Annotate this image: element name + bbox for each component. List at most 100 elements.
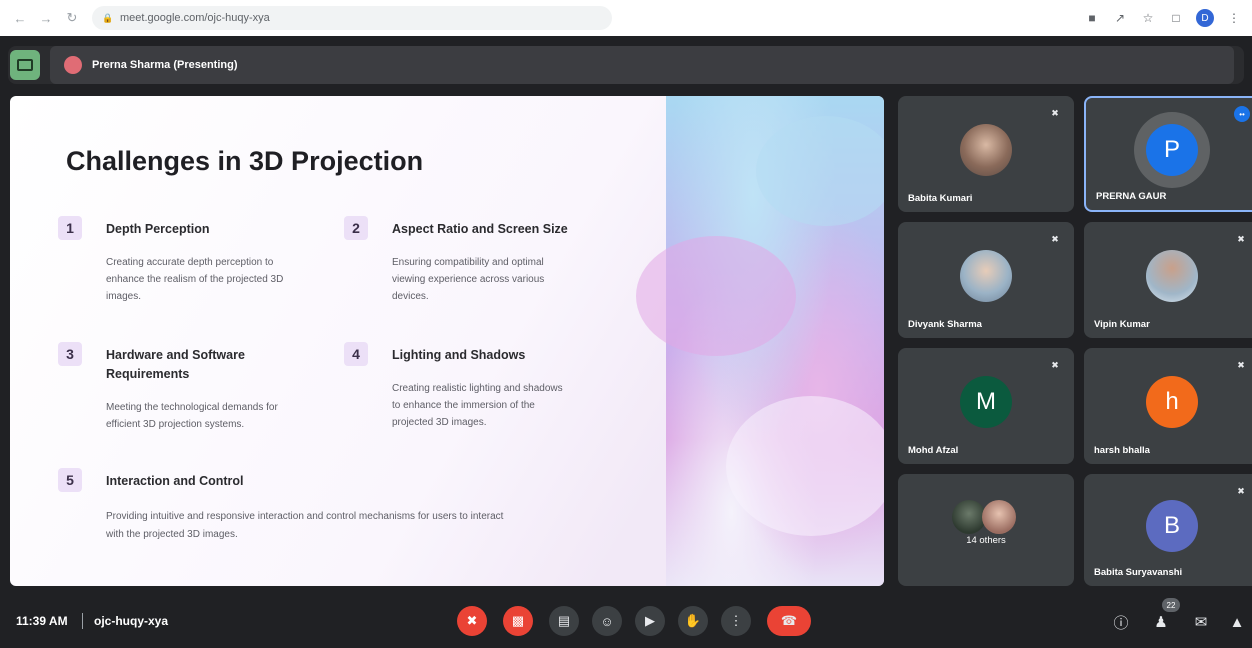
reactions-button[interactable]: ☺ [592, 606, 622, 636]
participant-tile[interactable]: ✖ B Babita Suryavanshi [1084, 474, 1252, 586]
more-options-button[interactable]: ⋮ [721, 606, 751, 636]
meeting-time: 11:39 AM [16, 614, 68, 628]
browser-toolbar: ← → ↻ 🔒 meet.google.com/ojc-huqy-xya ■ ↗… [0, 0, 1252, 36]
item-desc-line: enhance the realism of the projected 3D [106, 274, 284, 285]
window-icon[interactable]: □ [1168, 10, 1184, 26]
url-text: meet.google.com/ojc-huqy-xya [120, 12, 270, 24]
mic-off-icon: ✖ [1237, 485, 1245, 496]
mic-off-icon: ✖ [1051, 233, 1059, 244]
mic-off-icon: ✖ [1051, 107, 1059, 118]
camera-indicator-icon[interactable]: ■ [1084, 10, 1100, 26]
participant-initial-avatar: h [1146, 376, 1198, 428]
item-title: Aspect Ratio and Screen Size [392, 222, 568, 236]
item-title: Depth Perception [106, 222, 210, 236]
reload-icon[interactable]: ↻ [62, 8, 82, 28]
item-desc-line: Creating realistic lighting and shadows [392, 383, 563, 394]
mic-off-icon: ✖ [1237, 359, 1245, 370]
slide-item-1: 1 Depth Perception Creating accurate dep… [58, 216, 318, 326]
mic-off-icon: ✖ [1237, 233, 1245, 244]
address-bar[interactable]: 🔒 meet.google.com/ojc-huqy-xya [92, 6, 612, 30]
participant-photo [960, 250, 1012, 302]
participant-name: Divyank Sharma [908, 319, 982, 330]
share-icon[interactable]: ↗ [1112, 10, 1128, 26]
item-title: Lighting and Shadows [392, 348, 526, 362]
bottom-control-bar: 11:39 AM ojc-huqy-xya ✖ ▩ ▤ ☺ ▶ ✋ ⋮ ☎ ⓘ … [0, 596, 1252, 648]
presented-slide: Challenges in 3D Projection 1 Depth Perc… [10, 96, 884, 586]
item-desc-line: viewing experience across various [392, 274, 545, 285]
slide-decorative-art [636, 96, 884, 586]
back-icon[interactable]: ← [10, 8, 30, 28]
emoji-icon: ☺ [600, 613, 614, 629]
item-desc-line: to enhance the immersion of the [392, 400, 535, 411]
item-number: 4 [344, 342, 368, 366]
item-number: 5 [58, 468, 82, 492]
item-number: 3 [58, 342, 82, 366]
participant-photo [982, 500, 1016, 534]
participant-initial-avatar: M [960, 376, 1012, 428]
camera-off-icon: ▩ [511, 613, 525, 628]
forward-icon[interactable]: → [36, 8, 56, 28]
info-icon[interactable]: ⓘ [1110, 611, 1132, 633]
participant-tile-active[interactable]: •• P PRERNA GAUR [1084, 96, 1252, 212]
speaking-indicator-icon: •• [1234, 106, 1250, 122]
item-number: 2 [344, 216, 368, 240]
activities-icon[interactable]: ▲ [1226, 611, 1248, 633]
mic-toggle-button[interactable]: ✖ [457, 606, 487, 636]
people-icon[interactable]: ♟ [1150, 611, 1172, 633]
participant-photo [960, 124, 1012, 176]
browser-actions: ■ ↗ ☆ □ D ⋮ [1084, 9, 1242, 27]
item-desc-line: devices. [392, 291, 429, 302]
item-desc-line: Ensuring compatibility and optimal [392, 257, 544, 268]
lock-icon: 🔒 [102, 13, 114, 23]
participant-tile[interactable]: ✖ Babita Kumari [898, 96, 1074, 212]
meeting-code: ojc-huqy-xya [94, 614, 169, 628]
presenter-chip[interactable]: Prerna Sharma (Presenting) [50, 46, 1234, 84]
others-tile[interactable]: 14 others [898, 474, 1074, 586]
participant-photo [952, 500, 986, 534]
camera-toggle-button[interactable]: ▩ [503, 606, 533, 636]
captions-button[interactable]: ▤ [549, 606, 579, 636]
participant-tile[interactable]: ✖ h harsh bhalla [1084, 348, 1252, 464]
slide-item-2: 2 Aspect Ratio and Screen Size Ensuring … [344, 216, 634, 326]
chat-icon[interactable]: ✉ [1190, 611, 1212, 633]
slide-title: Challenges in 3D Projection [66, 146, 424, 176]
item-desc-line: Meeting the technological demands for [106, 402, 278, 413]
participant-name: Mohd Afzal [908, 445, 959, 456]
participant-initial-avatar: P [1146, 124, 1198, 176]
item-desc-line: projected 3D images. [392, 417, 487, 428]
present-button[interactable]: ▶ [635, 606, 665, 636]
item-desc-line: with the projected 3D images. [106, 529, 238, 540]
item-title: Interaction and Control [106, 474, 244, 488]
more-vert-icon[interactable]: ⋮ [1226, 10, 1242, 26]
participant-name: Babita Suryavanshi [1094, 567, 1183, 578]
participant-initial-avatar: B [1146, 500, 1198, 552]
item-title-line: Hardware and Software [106, 348, 245, 362]
slide-item-3: 3 Hardware and Software Requirements Mee… [58, 342, 318, 452]
more-vert-icon: ⋮ [729, 613, 743, 628]
item-title-line: Requirements [106, 367, 190, 381]
participant-name: harsh bhalla [1094, 445, 1150, 456]
participant-tile[interactable]: ✖ Divyank Sharma [898, 222, 1074, 338]
item-desc-line: images. [106, 291, 142, 302]
profile-avatar[interactable]: D [1196, 9, 1214, 27]
present-screen-icon[interactable] [10, 50, 40, 80]
item-desc-line: efficient 3D projection systems. [106, 419, 245, 430]
presenter-label: Prerna Sharma (Presenting) [92, 59, 238, 71]
star-icon[interactable]: ☆ [1140, 10, 1156, 26]
participant-photo [1146, 250, 1198, 302]
leave-call-button[interactable]: ☎ [767, 606, 811, 636]
participant-name: PRERNA GAUR [1096, 191, 1167, 202]
people-count-badge: 22 [1162, 598, 1180, 612]
hand-icon: ✋ [684, 613, 702, 628]
presenting-bar: Prerna Sharma (Presenting) [8, 46, 1244, 84]
slide-item-5: 5 Interaction and Control Providing intu… [58, 468, 638, 558]
item-desc-line: Creating accurate depth perception to [106, 257, 274, 268]
others-count: 14 others [966, 535, 1006, 546]
item-number: 1 [58, 216, 82, 240]
raise-hand-button[interactable]: ✋ [678, 606, 708, 636]
participant-tile[interactable]: ✖ M Mohd Afzal [898, 348, 1074, 464]
divider [82, 613, 83, 629]
participant-tile[interactable]: ✖ Vipin Kumar [1084, 222, 1252, 338]
mic-off-icon: ✖ [466, 613, 478, 628]
presenter-avatar [64, 56, 82, 74]
